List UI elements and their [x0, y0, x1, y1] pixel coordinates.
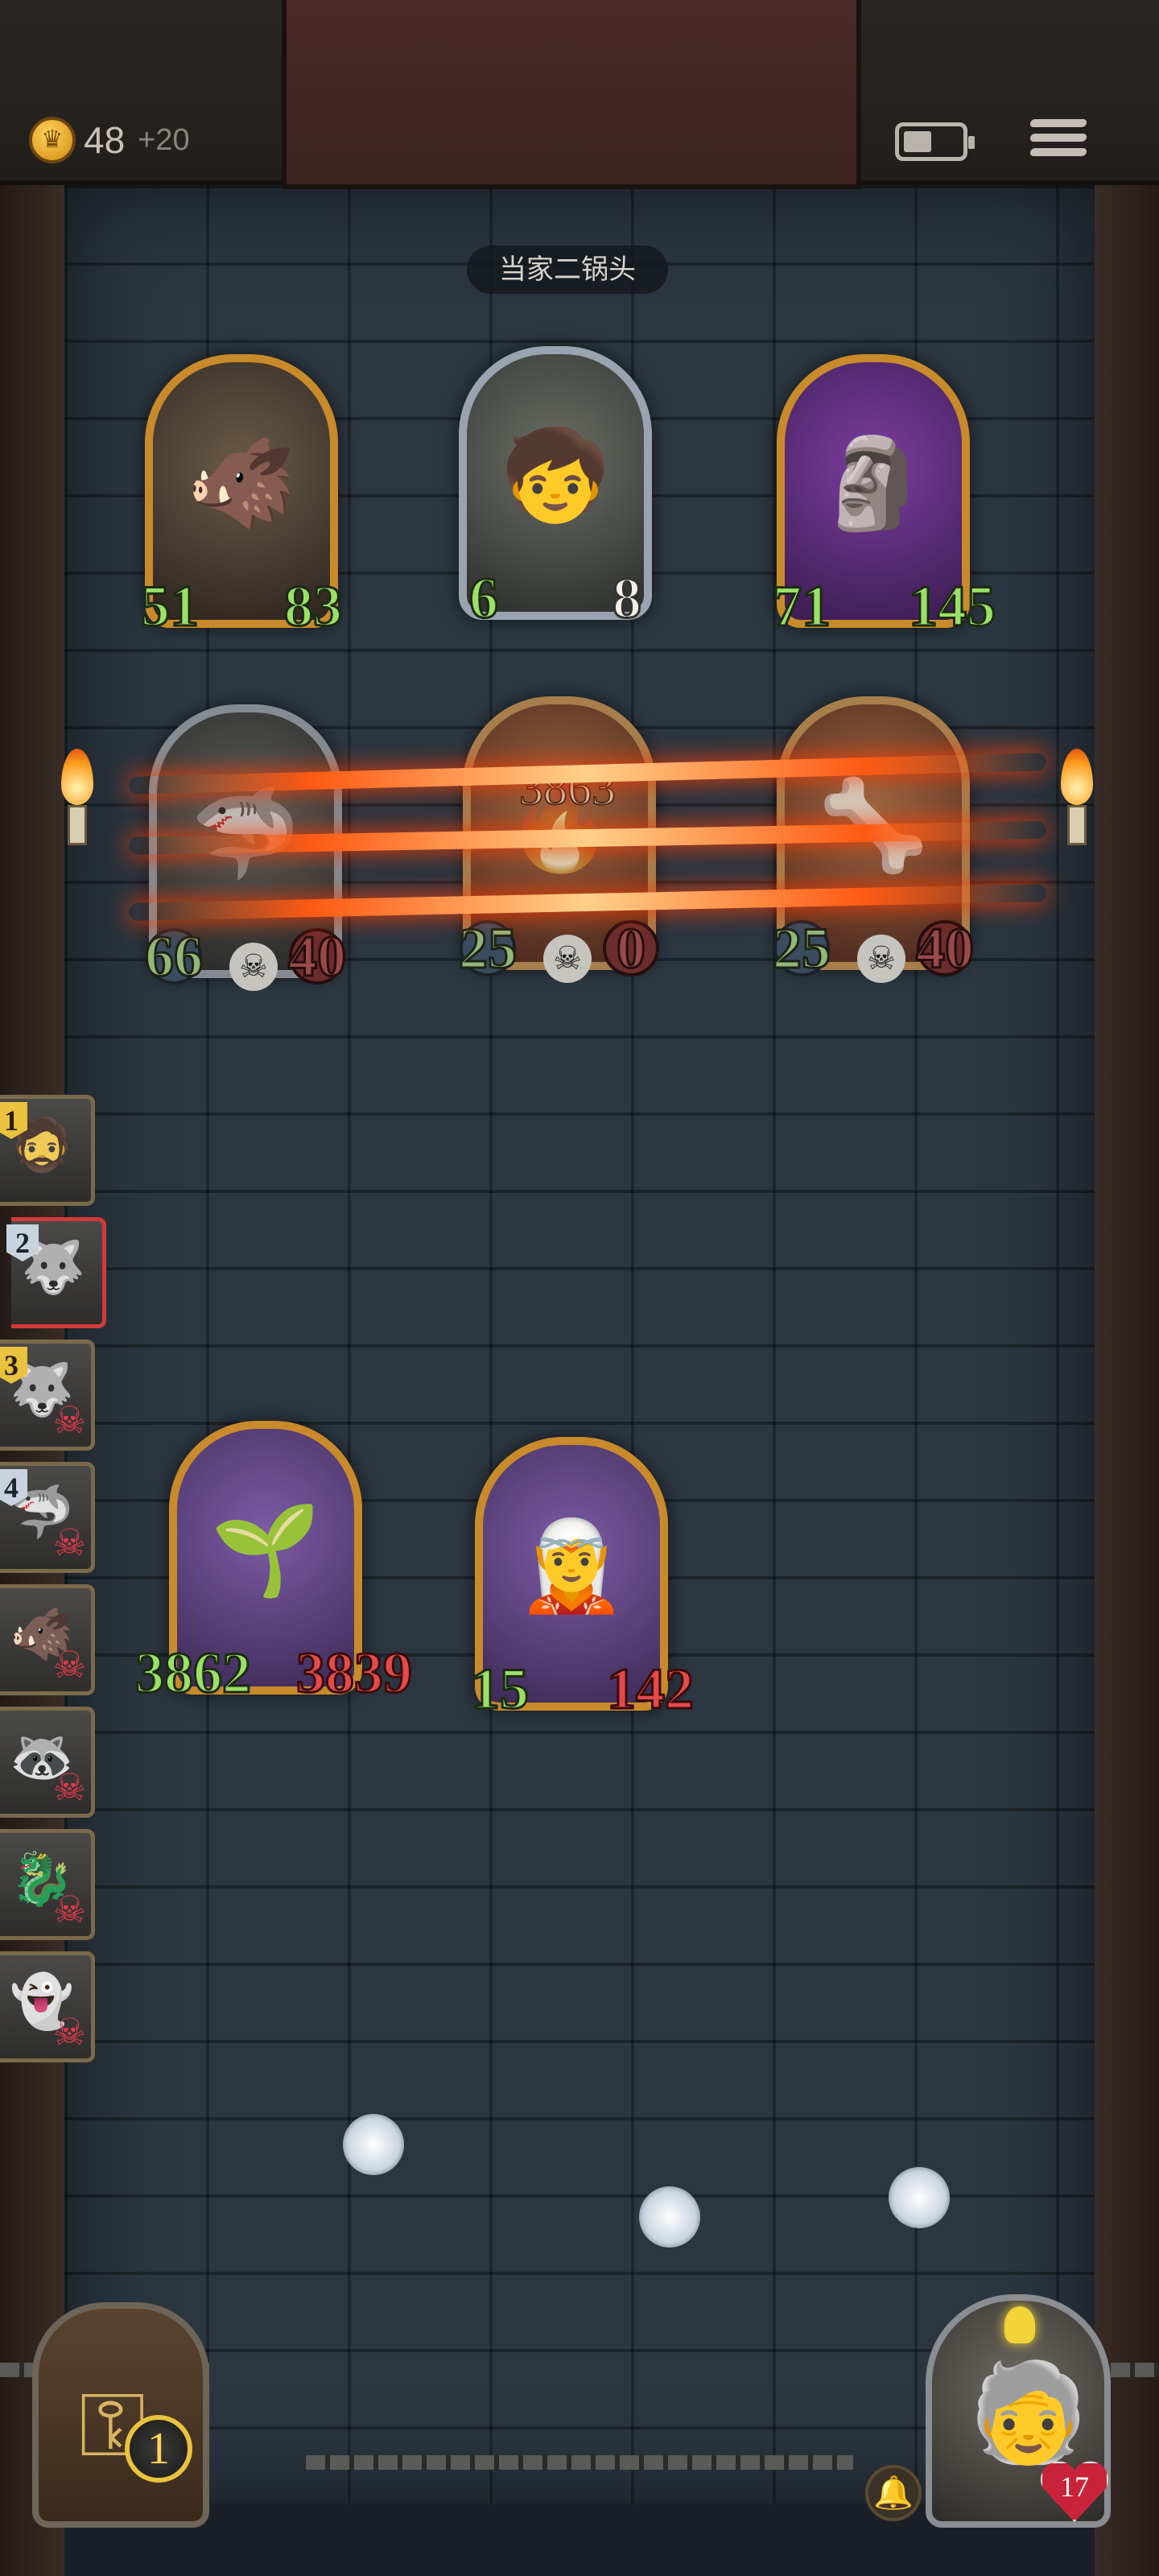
attack-value: 6	[448, 562, 520, 634]
torch-icon	[61, 749, 93, 845]
deck-count: 1	[125, 2415, 192, 2483]
chain-rail	[306, 2455, 853, 2470]
crown-coin-icon: ♛	[29, 117, 76, 163]
attack-value: 66	[144, 923, 204, 990]
turn-item[interactable]: 🐉 ☠	[0, 1829, 95, 1940]
hero-face: 🧓	[968, 2357, 1089, 2469]
enemy-card[interactable]: 🐗 51 83	[140, 354, 344, 640]
gold-amount: 48	[84, 119, 126, 161]
health-value: 0	[595, 912, 667, 985]
turn-item[interactable]: 🧔 1	[0, 1095, 95, 1206]
attack-value: 71	[772, 573, 832, 640]
chain-rail	[1111, 2363, 1159, 2377]
right-wall	[1095, 0, 1159, 2576]
health-value: 40	[915, 915, 975, 982]
empty-slot-orb[interactable]	[889, 2167, 950, 2228]
top-bar: ♛ 48 +20	[0, 0, 1159, 189]
dead-skull-icon: ☠	[52, 1643, 86, 1686]
turn-item[interactable]: 🦈 4 ☠	[0, 1462, 95, 1573]
dead-skull-icon: ☠	[52, 2010, 86, 2054]
attack-value: 25	[772, 915, 832, 982]
enemy-portrait: 🐗	[186, 431, 297, 535]
dead-skull-icon: ☠	[52, 1398, 86, 1442]
empty-slot-orb[interactable]	[343, 2114, 404, 2175]
hero-health: 17	[1060, 2471, 1089, 2503]
enemy-portrait: 🗿	[818, 431, 929, 535]
dead-skull-icon: ☠	[52, 1888, 86, 1931]
menu-icon	[1029, 119, 1087, 127]
turn-item[interactable]: 🐗 ☠	[0, 1584, 95, 1695]
health-value: 142	[606, 1656, 695, 1723]
battery-icon	[895, 122, 975, 161]
skull-icon: ☠	[543, 935, 592, 983]
turn-item[interactable]: 🐺 3 ☠	[0, 1340, 95, 1451]
menu-button[interactable]	[1029, 113, 1087, 169]
turn-item-active[interactable]: 🐺 2	[6, 1217, 106, 1328]
bell-icon[interactable]: 🔔	[865, 2465, 922, 2521]
enemy-card[interactable]: 🗿 71 145	[772, 354, 997, 640]
dead-skull-icon: ☠	[52, 1521, 86, 1564]
ally-portrait: 🧝	[516, 1513, 627, 1617]
ally-card[interactable]: 🌱 3862 3839	[134, 1421, 414, 1707]
attack-value: 15	[470, 1656, 530, 1723]
boss-label: 当家二锅头	[467, 246, 668, 294]
attack-value: 51	[140, 573, 200, 640]
dead-skull-icon: ☠	[52, 1765, 86, 1809]
lightbulb-icon	[1004, 2306, 1035, 2343]
ally-card[interactable]: 🧝 15 142	[470, 1437, 695, 1723]
ally-portrait: 🌱	[210, 1497, 321, 1601]
enemy-card[interactable]: 🧒 6 8	[456, 346, 655, 632]
health-value: 145	[908, 573, 997, 640]
enemy-portrait: 🧒	[500, 423, 611, 526]
skull-icon: ☠	[857, 935, 905, 983]
turn-order-list: 🧔 1 🐺 2 🐺 3 ☠ 🦈 4 ☠ 🐗 ☠ 🦝 ☠ 🐉 ☠ 👻 ☠	[0, 1095, 106, 2074]
gold-bonus: +20	[138, 122, 190, 157]
torch-icon	[1061, 749, 1093, 845]
dungeon-door	[282, 0, 861, 189]
turn-item[interactable]: 🦝 ☠	[0, 1707, 95, 1818]
turn-item[interactable]: 👻 ☠	[0, 1951, 95, 2062]
skull-icon: ☠	[229, 943, 278, 991]
health-value: 8	[591, 562, 663, 634]
deck-chest[interactable]: ⚿	[32, 2302, 209, 2528]
health-value: 40	[287, 923, 348, 990]
attack-value: 25	[458, 915, 518, 982]
gold-counter: ♛ 48 +20	[29, 117, 190, 163]
health-value: 83	[283, 573, 344, 640]
attack-value: 3862	[134, 1640, 253, 1707]
empty-slot-orb[interactable]	[639, 2186, 700, 2248]
health-value: 3839	[295, 1640, 414, 1707]
